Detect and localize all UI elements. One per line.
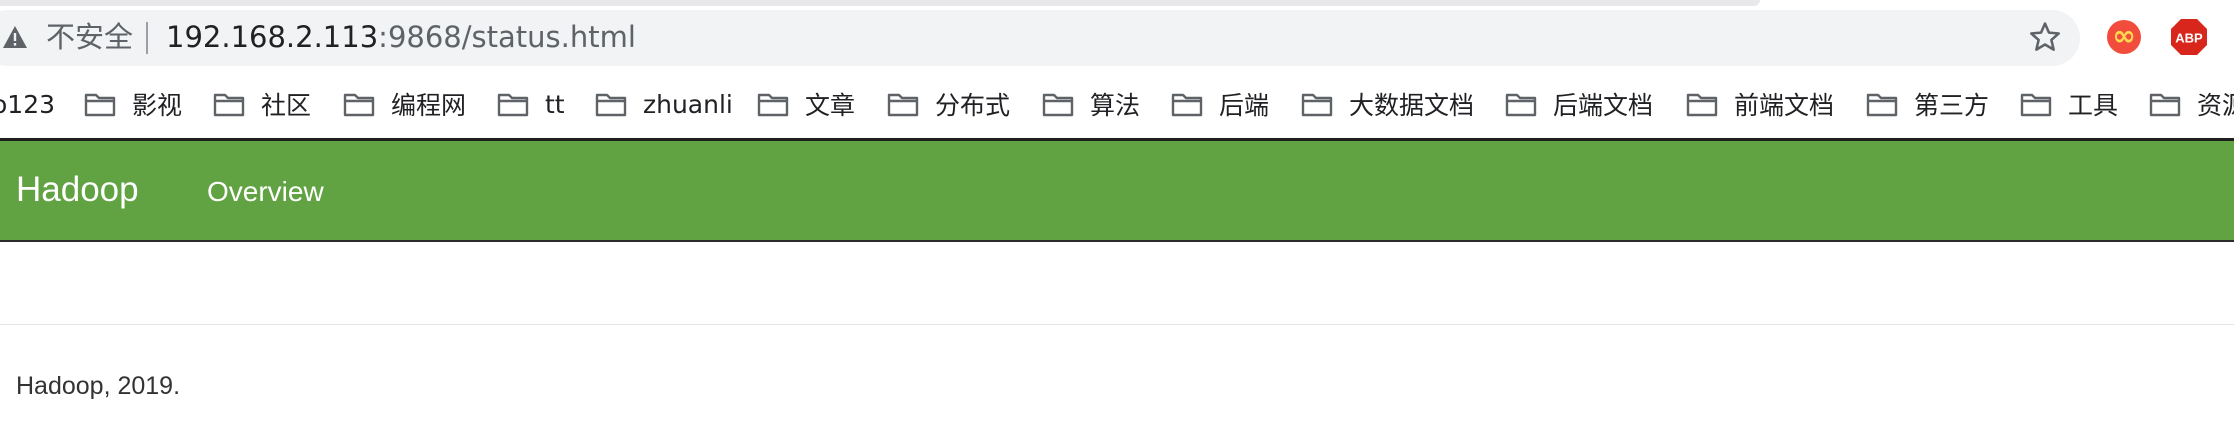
bookmark-folder[interactable]: 编程网 — [343, 86, 466, 122]
bookmark-label: 大数据文档 — [1349, 91, 1475, 120]
url-host: 192.168.2.113 — [166, 20, 379, 54]
footer-divider — [0, 324, 2234, 325]
folder-icon — [213, 93, 245, 117]
bookmark-label: 前端文档 — [1734, 91, 1835, 120]
bookmark-label: o123 — [0, 89, 56, 119]
folder-icon — [2149, 93, 2181, 117]
bookmark-folder[interactable]: zhuanli — [595, 86, 733, 122]
bookmark-folder[interactable]: 后端 — [1171, 86, 1269, 122]
folder-icon — [1505, 93, 1537, 117]
bookmark-label: 资源 — [2197, 91, 2234, 120]
brand-logo-text[interactable]: Hadoop — [16, 169, 139, 211]
bookmark-label: 影视 — [132, 91, 183, 120]
footer-copyright: Hadoop, 2019. — [16, 372, 181, 400]
bookmark-label: 第三方 — [1914, 91, 1990, 120]
security-status-label[interactable]: 不安全 — [46, 19, 133, 55]
bookmark-item[interactable]: o123 — [0, 86, 55, 122]
bookmark-label: 工具 — [2068, 91, 2119, 120]
folder-icon — [1301, 93, 1333, 117]
bookmark-folder[interactable]: 前端文档 — [1686, 86, 1834, 122]
folder-icon — [757, 93, 789, 117]
bookmark-label: tt — [545, 89, 565, 119]
bookmark-folder[interactable]: 资源 — [2149, 86, 2234, 122]
bookmark-label: zhuanli — [643, 89, 733, 119]
address-separator — [146, 22, 148, 54]
folder-icon — [497, 93, 529, 117]
bookmark-label: 编程网 — [391, 91, 467, 120]
abp-label: ABP — [2175, 31, 2203, 46]
infinity-extension-icon[interactable]: ∞ — [2107, 20, 2141, 54]
folder-icon — [1171, 93, 1203, 117]
bookmarks-bar: o123 影视 社区 编程网 tt zhuanli 文章 分布式 算法 后端 大… — [0, 72, 2234, 141]
adblock-plus-icon[interactable]: ABP — [2170, 18, 2208, 56]
folder-icon — [343, 93, 375, 117]
bookmark-label: 分布式 — [935, 91, 1011, 120]
tab-strip-edge — [0, 0, 1760, 6]
bookmark-label: 社区 — [261, 91, 312, 120]
bookmark-folder[interactable]: 大数据文档 — [1301, 86, 1474, 122]
folder-icon — [887, 93, 919, 117]
folder-icon — [2020, 93, 2052, 117]
warning-icon[interactable] — [2, 25, 28, 49]
url-path: :9868/status.html — [378, 20, 636, 54]
bookmark-folder[interactable]: 社区 — [213, 86, 311, 122]
bookmark-label: 后端文档 — [1553, 91, 1654, 120]
bookmark-label: 算法 — [1090, 91, 1141, 120]
bookmark-label: 后端 — [1219, 91, 1270, 120]
bookmark-folder[interactable]: 工具 — [2020, 86, 2118, 122]
bookmark-folder[interactable]: 影视 — [84, 86, 182, 122]
star-icon[interactable] — [2028, 20, 2062, 54]
bookmark-folder[interactable]: 后端文档 — [1505, 86, 1653, 122]
bookmark-folder[interactable]: 文章 — [757, 86, 855, 122]
browser-toolbar: 不安全 192.168.2.113:9868/status.html ∞ ABP — [0, 0, 2234, 72]
bookmark-label: 文章 — [805, 91, 856, 120]
folder-icon — [84, 93, 116, 117]
folder-icon — [595, 93, 627, 117]
folder-icon — [1042, 93, 1074, 117]
bookmark-folder[interactable]: tt — [497, 86, 565, 122]
nav-item-overview[interactable]: Overview — [207, 175, 324, 209]
url-text[interactable]: 192.168.2.113:9868/status.html — [166, 19, 636, 55]
hadoop-navbar: Hadoop Overview — [0, 141, 2234, 242]
bookmark-folder[interactable]: 分布式 — [887, 86, 1010, 122]
bookmark-folder[interactable]: 第三方 — [1866, 86, 1989, 122]
bookmark-folder[interactable]: 算法 — [1042, 86, 1140, 122]
folder-icon — [1866, 93, 1898, 117]
folder-icon — [1686, 93, 1718, 117]
